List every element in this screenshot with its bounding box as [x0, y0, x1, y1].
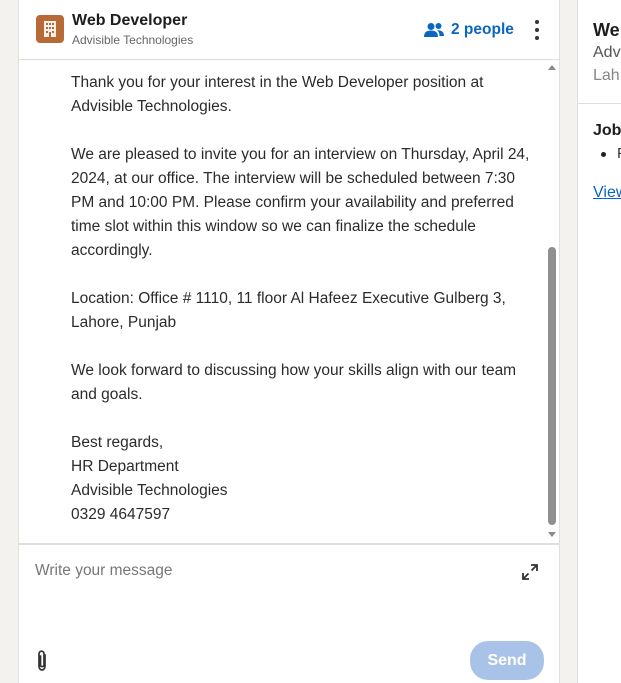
conversation-panel: Web Developer Advisible Technologies 2 p…: [18, 0, 560, 683]
building-icon: [36, 15, 64, 43]
scroll-thumb[interactable]: [548, 247, 556, 525]
more-vertical-icon[interactable]: [527, 17, 547, 43]
send-button[interactable]: Send: [470, 641, 544, 680]
job-location: Lah: [593, 67, 620, 84]
signature-line: HR Department: [71, 458, 179, 475]
conversation-subtitle: Advisible Technologies: [72, 33, 194, 47]
message-paragraph: Thank you for your interest in the Web D…: [71, 74, 484, 115]
message-paragraph: Location: Office # 1110, 11 floor Al Haf…: [71, 290, 506, 331]
scroll-up-arrow[interactable]: [548, 65, 556, 70]
expand-icon[interactable]: [521, 563, 539, 581]
view-job-link[interactable]: View: [593, 184, 621, 202]
signature-line: Advisible Technologies: [71, 482, 228, 499]
bullet-marker: [601, 152, 606, 157]
participants-button[interactable]: 2 people: [423, 19, 514, 41]
job-section-title: Job: [593, 122, 621, 139]
panel-divider: [578, 103, 621, 104]
conversation-header: Web Developer Advisible Technologies 2 p…: [19, 0, 559, 60]
message-paragraph: We look forward to discussing how your s…: [71, 362, 517, 403]
conversation-title[interactable]: Web Developer: [72, 12, 187, 30]
message-paragraph: We are pleased to invite you for an inte…: [71, 146, 530, 259]
signature-line: Best regards,: [71, 434, 164, 451]
job-bullet-text: F: [617, 145, 621, 162]
signature-line: 0329 4647597: [71, 506, 171, 523]
job-details-panel: We Adv Lah Job F View: [577, 0, 621, 683]
message-input[interactable]: [35, 559, 515, 583]
paperclip-icon[interactable]: [34, 649, 50, 673]
message-body: Thank you for your interest in the Web D…: [71, 71, 531, 527]
message-list[interactable]: Thank you for your interest in the Web D…: [19, 61, 559, 543]
job-company: Adv: [593, 44, 621, 61]
message-composer: Send: [19, 543, 559, 683]
participants-label: 2 people: [451, 21, 514, 38]
scroll-down-arrow[interactable]: [548, 532, 556, 537]
message-scrollbar[interactable]: [545, 61, 559, 543]
message-signature: Best regards, HR Department Advisible Te…: [71, 431, 531, 527]
job-title[interactable]: We: [593, 20, 620, 41]
people-icon: [424, 23, 444, 37]
